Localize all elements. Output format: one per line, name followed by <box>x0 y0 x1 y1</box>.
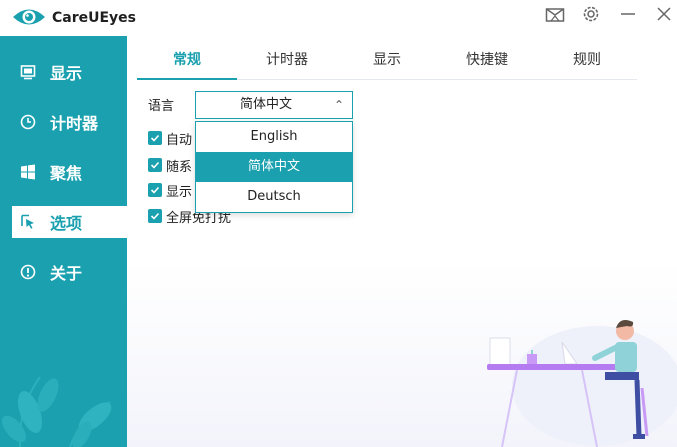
language-select-value: 简体中文 <box>240 97 293 112</box>
checkbox-show[interactable]: 显示 <box>148 181 193 200</box>
checkbox-checked-icon[interactable] <box>148 183 162 197</box>
close-icon[interactable] <box>653 3 675 25</box>
app-title: CareUEyes <box>52 10 137 26</box>
clock-icon <box>18 112 38 132</box>
content-panel: 常规 计时器 显示 快捷键 规则 语言 简体中文 ⌃ 自动 随系 显示 全屏免打… <box>127 36 677 447</box>
gear-icon[interactable] <box>580 3 602 25</box>
minimize-icon[interactable] <box>617 3 639 25</box>
leaves-decoration <box>2 376 112 447</box>
language-dropdown-list: English 简体中文 Deutsch <box>195 121 353 213</box>
sidebar-item-label: 显示 <box>50 64 83 83</box>
language-option-german[interactable]: Deutsch <box>196 182 352 212</box>
tab-display[interactable]: 显示 <box>337 44 437 80</box>
title-bar: CareUEyes <box>0 0 677 36</box>
mail-icon[interactable] <box>544 3 566 25</box>
checkbox-checked-icon[interactable] <box>148 158 162 172</box>
checkbox-follow-system[interactable]: 随系 <box>148 156 193 175</box>
tab-general[interactable]: 常规 <box>137 44 237 80</box>
sidebar-item-display[interactable]: 显示 <box>12 56 127 88</box>
checkbox-auto-start[interactable]: 自动 <box>148 129 193 148</box>
checkbox-checked-icon[interactable] <box>148 209 162 223</box>
sidebar-item-label: 聚焦 <box>50 164 83 183</box>
checkbox-label: 随系 <box>166 159 193 175</box>
eye-logo-icon <box>13 9 45 25</box>
windows-icon <box>18 162 38 182</box>
sidebar-item-label: 选项 <box>50 214 83 233</box>
sidebar-item-focus[interactable]: 聚焦 <box>12 156 127 188</box>
tab-hotkeys[interactable]: 快捷键 <box>437 44 537 80</box>
language-label: 语言 <box>148 99 175 114</box>
tab-rules[interactable]: 规则 <box>537 44 637 80</box>
tab-bar: 常规 计时器 显示 快捷键 规则 <box>137 44 637 80</box>
display-icon <box>18 62 38 82</box>
checkbox-checked-icon[interactable] <box>148 131 162 145</box>
tab-timer[interactable]: 计时器 <box>237 44 337 80</box>
sidebar-item-options[interactable]: 选项 <box>12 206 127 238</box>
sidebar-item-label: 计时器 <box>50 114 99 133</box>
info-icon <box>18 262 38 282</box>
checkbox-label: 显示 <box>166 184 193 200</box>
checkbox-label: 自动 <box>166 132 193 148</box>
language-option-chinese[interactable]: 简体中文 <box>196 152 352 182</box>
sidebar-item-about[interactable]: 关于 <box>12 256 127 288</box>
person-at-desk-illustration <box>487 320 677 447</box>
language-select[interactable]: 简体中文 ⌃ <box>195 91 353 119</box>
sidebar-item-timer[interactable]: 计时器 <box>12 106 127 138</box>
sidebar: 显示 计时器 聚焦 选项 关于 <box>0 36 127 447</box>
language-option-english[interactable]: English <box>196 122 352 152</box>
cursor-icon <box>18 212 38 232</box>
sidebar-item-label: 关于 <box>50 264 83 283</box>
chevron-up-icon: ⌃ <box>333 98 344 112</box>
